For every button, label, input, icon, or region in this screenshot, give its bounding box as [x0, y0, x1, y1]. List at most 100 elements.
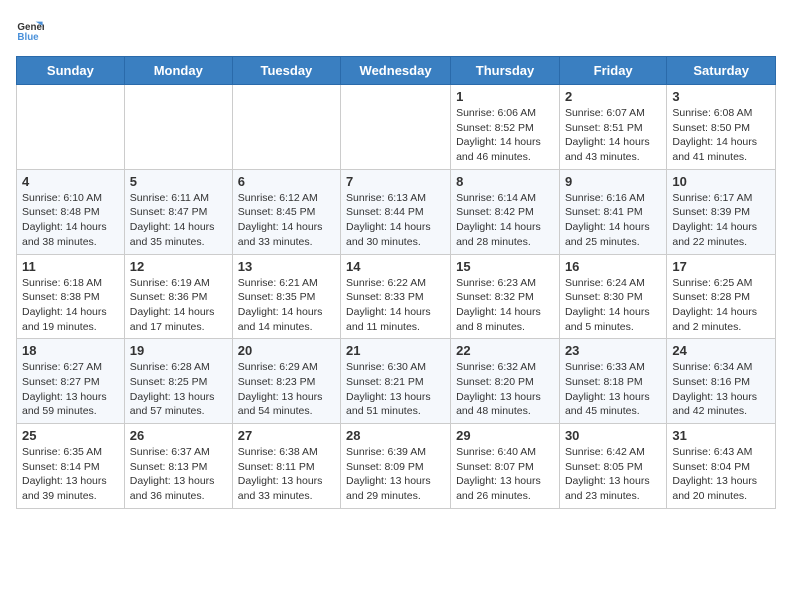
day-number: 18	[22, 343, 119, 358]
calendar-cell: 2 Sunrise: 6:07 AM Sunset: 8:51 PM Daylig…	[559, 85, 666, 170]
calendar-cell: 16 Sunrise: 6:24 AM Sunset: 8:30 PM Dayli…	[559, 254, 666, 339]
day-info: Sunrise: 6:10 AM Sunset: 8:48 PM Dayligh…	[22, 191, 119, 250]
calendar-cell: 19 Sunrise: 6:28 AM Sunset: 8:25 PM Dayli…	[124, 339, 232, 424]
calendar-cell: 6Sunrise: 6:12 AM Sunset: 8:45 PM Daylig…	[232, 169, 340, 254]
day-info: Sunrise: 6:08 AM Sunset: 8:50 PM Dayligh…	[672, 106, 770, 165]
day-info: Sunrise: 6:28 AM Sunset: 8:25 PM Dayligh…	[130, 360, 227, 419]
calendar-cell: 28Sunrise: 6:39 AM Sunset: 8:09 PM Dayli…	[341, 424, 451, 509]
day-number: 8	[456, 174, 554, 189]
calendar-cell	[124, 85, 232, 170]
day-header-monday: Monday	[124, 57, 232, 85]
day-info: Sunrise: 6:24 AM Sunset: 8:30 PM Dayligh…	[565, 276, 661, 335]
logo-icon: General Blue	[16, 16, 44, 44]
day-header-wednesday: Wednesday	[341, 57, 451, 85]
calendar-cell: 3 Sunrise: 6:08 AM Sunset: 8:50 PM Daylig…	[667, 85, 776, 170]
calendar-week-3: 11 Sunrise: 6:18 AM Sunset: 8:38 PM Dayli…	[17, 254, 776, 339]
day-number: 23	[565, 343, 661, 358]
calendar-cell: 17 Sunrise: 6:25 AM Sunset: 8:28 PM Dayli…	[667, 254, 776, 339]
day-number: 22	[456, 343, 554, 358]
calendar-cell: 8 Sunrise: 6:14 AM Sunset: 8:42 PM Daylig…	[451, 169, 560, 254]
day-info: Sunrise: 6:14 AM Sunset: 8:42 PM Dayligh…	[456, 191, 554, 250]
day-number: 9	[565, 174, 661, 189]
day-number: 25	[22, 428, 119, 443]
calendar-week-1: 1Sunrise: 6:06 AM Sunset: 8:52 PM Daylig…	[17, 85, 776, 170]
calendar-cell: 1Sunrise: 6:06 AM Sunset: 8:52 PM Daylig…	[451, 85, 560, 170]
day-number: 3	[672, 89, 770, 104]
calendar-cell: 21 Sunrise: 6:30 AM Sunset: 8:21 PM Dayli…	[341, 339, 451, 424]
day-number: 2	[565, 89, 661, 104]
day-info: Sunrise: 6:30 AM Sunset: 8:21 PM Dayligh…	[346, 360, 445, 419]
day-number: 4	[22, 174, 119, 189]
day-info: Sunrise: 6:07 AM Sunset: 8:51 PM Dayligh…	[565, 106, 661, 165]
day-number: 15	[456, 259, 554, 274]
calendar-cell: 5 Sunrise: 6:11 AM Sunset: 8:47 PM Daylig…	[124, 169, 232, 254]
day-info: Sunrise: 6:25 AM Sunset: 8:28 PM Dayligh…	[672, 276, 770, 335]
calendar-cell: 11 Sunrise: 6:18 AM Sunset: 8:38 PM Dayli…	[17, 254, 125, 339]
calendar: SundayMondayTuesdayWednesdayThursdayFrid…	[16, 56, 776, 509]
day-header-saturday: Saturday	[667, 57, 776, 85]
calendar-cell	[17, 85, 125, 170]
day-info: Sunrise: 6:27 AM Sunset: 8:27 PM Dayligh…	[22, 360, 119, 419]
calendar-cell: 25 Sunrise: 6:35 AM Sunset: 8:14 PM Dayli…	[17, 424, 125, 509]
day-info: Sunrise: 6:22 AM Sunset: 8:33 PM Dayligh…	[346, 276, 445, 335]
day-info: Sunrise: 6:38 AM Sunset: 8:11 PM Dayligh…	[238, 445, 335, 504]
day-info: Sunrise: 6:37 AM Sunset: 8:13 PM Dayligh…	[130, 445, 227, 504]
calendar-cell: 4 Sunrise: 6:10 AM Sunset: 8:48 PM Daylig…	[17, 169, 125, 254]
calendar-header-row: SundayMondayTuesdayWednesdayThursdayFrid…	[17, 57, 776, 85]
day-info: Sunrise: 6:34 AM Sunset: 8:16 PM Dayligh…	[672, 360, 770, 419]
day-info: Sunrise: 6:18 AM Sunset: 8:38 PM Dayligh…	[22, 276, 119, 335]
day-number: 26	[130, 428, 227, 443]
day-info: Sunrise: 6:11 AM Sunset: 8:47 PM Dayligh…	[130, 191, 227, 250]
day-header-sunday: Sunday	[17, 57, 125, 85]
calendar-week-4: 18 Sunrise: 6:27 AM Sunset: 8:27 PM Dayli…	[17, 339, 776, 424]
day-info: Sunrise: 6:06 AM Sunset: 8:52 PM Dayligh…	[456, 106, 554, 165]
calendar-cell: 27 Sunrise: 6:38 AM Sunset: 8:11 PM Dayli…	[232, 424, 340, 509]
day-number: 21	[346, 343, 445, 358]
page-header: General Blue	[16, 16, 776, 44]
calendar-cell: 9Sunrise: 6:16 AM Sunset: 8:41 PM Daylig…	[559, 169, 666, 254]
calendar-cell: 31Sunrise: 6:43 AM Sunset: 8:04 PM Dayli…	[667, 424, 776, 509]
calendar-cell: 26 Sunrise: 6:37 AM Sunset: 8:13 PM Dayli…	[124, 424, 232, 509]
calendar-cell: 23 Sunrise: 6:33 AM Sunset: 8:18 PM Dayli…	[559, 339, 666, 424]
calendar-cell: 22 Sunrise: 6:32 AM Sunset: 8:20 PM Dayli…	[451, 339, 560, 424]
calendar-cell	[341, 85, 451, 170]
svg-text:Blue: Blue	[17, 32, 39, 43]
day-info: Sunrise: 6:13 AM Sunset: 8:44 PM Dayligh…	[346, 191, 445, 250]
calendar-week-2: 4 Sunrise: 6:10 AM Sunset: 8:48 PM Daylig…	[17, 169, 776, 254]
day-number: 27	[238, 428, 335, 443]
day-number: 12	[130, 259, 227, 274]
day-number: 7	[346, 174, 445, 189]
calendar-cell: 18 Sunrise: 6:27 AM Sunset: 8:27 PM Dayli…	[17, 339, 125, 424]
day-info: Sunrise: 6:40 AM Sunset: 8:07 PM Dayligh…	[456, 445, 554, 504]
day-number: 20	[238, 343, 335, 358]
day-number: 11	[22, 259, 119, 274]
calendar-cell: 13Sunrise: 6:21 AM Sunset: 8:35 PM Dayli…	[232, 254, 340, 339]
calendar-cell: 29 Sunrise: 6:40 AM Sunset: 8:07 PM Dayli…	[451, 424, 560, 509]
day-info: Sunrise: 6:42 AM Sunset: 8:05 PM Dayligh…	[565, 445, 661, 504]
day-number: 19	[130, 343, 227, 358]
calendar-cell: 20Sunrise: 6:29 AM Sunset: 8:23 PM Dayli…	[232, 339, 340, 424]
day-number: 5	[130, 174, 227, 189]
calendar-week-5: 25 Sunrise: 6:35 AM Sunset: 8:14 PM Dayli…	[17, 424, 776, 509]
day-info: Sunrise: 6:33 AM Sunset: 8:18 PM Dayligh…	[565, 360, 661, 419]
calendar-cell	[232, 85, 340, 170]
calendar-cell: 30Sunrise: 6:42 AM Sunset: 8:05 PM Dayli…	[559, 424, 666, 509]
day-info: Sunrise: 6:43 AM Sunset: 8:04 PM Dayligh…	[672, 445, 770, 504]
logo: General Blue	[16, 16, 48, 44]
calendar-cell: 7 Sunrise: 6:13 AM Sunset: 8:44 PM Daylig…	[341, 169, 451, 254]
day-header-friday: Friday	[559, 57, 666, 85]
day-number: 17	[672, 259, 770, 274]
day-number: 28	[346, 428, 445, 443]
day-number: 6	[238, 174, 335, 189]
day-info: Sunrise: 6:32 AM Sunset: 8:20 PM Dayligh…	[456, 360, 554, 419]
day-number: 10	[672, 174, 770, 189]
day-number: 29	[456, 428, 554, 443]
calendar-cell: 15Sunrise: 6:23 AM Sunset: 8:32 PM Dayli…	[451, 254, 560, 339]
calendar-cell: 14Sunrise: 6:22 AM Sunset: 8:33 PM Dayli…	[341, 254, 451, 339]
day-info: Sunrise: 6:17 AM Sunset: 8:39 PM Dayligh…	[672, 191, 770, 250]
day-header-thursday: Thursday	[451, 57, 560, 85]
day-number: 16	[565, 259, 661, 274]
day-number: 13	[238, 259, 335, 274]
day-info: Sunrise: 6:35 AM Sunset: 8:14 PM Dayligh…	[22, 445, 119, 504]
calendar-cell: 10 Sunrise: 6:17 AM Sunset: 8:39 PM Dayli…	[667, 169, 776, 254]
